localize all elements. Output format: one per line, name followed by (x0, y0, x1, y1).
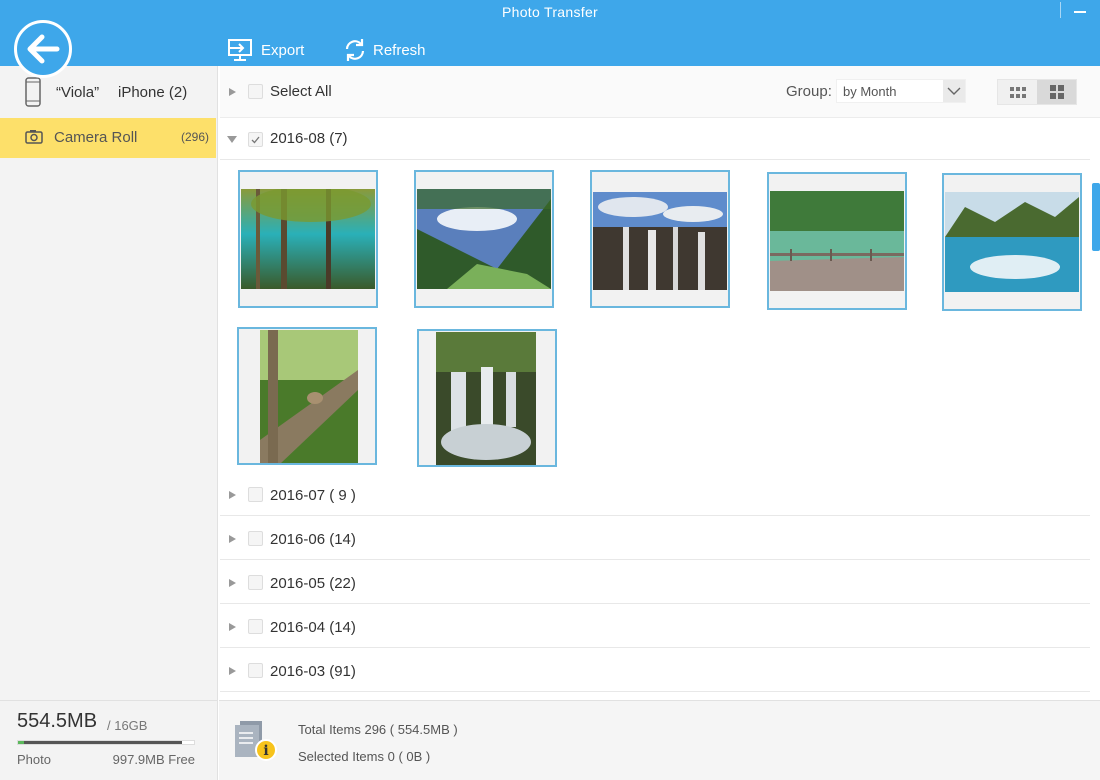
window-title: Photo Transfer (501, 4, 599, 20)
expand-arrow-icon[interactable] (229, 623, 236, 631)
group-checkbox[interactable] (248, 575, 263, 590)
group-title: 2016-06 (14) (270, 531, 356, 548)
group-title: 2016-05 (22) (270, 575, 356, 592)
month-group[interactable]: 2016-03 (91) (220, 650, 1090, 692)
info-document-icon: i (235, 721, 277, 761)
small-grid-view-icon[interactable] (998, 80, 1037, 104)
photo-image (945, 192, 1079, 292)
photo-thumbnail[interactable] (767, 172, 907, 310)
storage-bar-start (18, 741, 24, 744)
refresh-icon (345, 39, 365, 61)
group-checkbox[interactable] (248, 619, 263, 634)
group-title: 2016-03 (91) (270, 663, 356, 680)
total-items: Total Items 296 ( 554.5MB ) (298, 722, 458, 737)
chevron-down-icon[interactable] (943, 80, 965, 102)
storage-bar (17, 740, 195, 745)
select-all-label: Select All (270, 83, 332, 100)
photo-image (417, 189, 551, 289)
title-bar: Photo Transfer Export Refresh (0, 0, 1100, 66)
month-group[interactable]: 2016-04 (14) (220, 606, 1090, 648)
month-group[interactable]: 2016-05 (22) (220, 562, 1090, 604)
back-arrow-icon (27, 34, 60, 64)
storage-free: 997.9MB Free (112, 752, 195, 767)
status-bar: i Total Items 296 ( 554.5MB ) Selected I… (219, 700, 1100, 780)
storage-used: 554.5MB (17, 710, 98, 732)
refresh-button[interactable]: Refresh (342, 36, 426, 64)
svg-text:i: i (263, 743, 268, 759)
photo-thumbnail[interactable] (238, 170, 378, 308)
group-by-value: by Month (843, 84, 897, 99)
photo-image (241, 189, 375, 289)
group-checkbox[interactable] (248, 487, 263, 502)
group-checkbox[interactable] (248, 132, 263, 147)
expand-arrow-icon[interactable] (229, 667, 236, 675)
photo-thumbnail[interactable] (414, 170, 554, 308)
export-label: Export (261, 41, 305, 59)
expand-arrow-icon[interactable] (229, 491, 236, 499)
window-control-separator (1060, 2, 1061, 18)
month-group[interactable]: 2016-07 ( 9 ) (220, 474, 1090, 516)
collapse-arrow-icon[interactable] (227, 136, 237, 143)
storage-type-label: Photo (17, 752, 51, 767)
expand-arrow-icon[interactable] (229, 579, 236, 587)
group-title: 2016-04 (14) (270, 619, 356, 636)
back-button[interactable] (14, 20, 72, 78)
group-by-select[interactable]: by Month (836, 79, 966, 103)
photo-thumbnail[interactable] (417, 329, 557, 467)
checkmark-icon (251, 136, 260, 144)
sidebar: “Viola” iPhone (2) Camera Roll (296) (0, 66, 218, 700)
camera-icon (25, 130, 43, 144)
album-count: (296) (180, 130, 209, 144)
group-by-label: Group: (786, 83, 832, 100)
storage-bar-fill (18, 741, 182, 744)
export-button[interactable]: Export (226, 36, 304, 64)
month-group-expanded[interactable]: 2016-08 (7) (220, 118, 1090, 160)
group-title: 2016-07 ( 9 ) (270, 487, 356, 504)
photo-image (260, 330, 358, 463)
select-all-checkbox[interactable] (248, 84, 263, 99)
album-label: Camera Roll (54, 129, 138, 146)
device-name: “Viola” (56, 84, 100, 101)
expand-all-arrow-icon[interactable] (229, 88, 236, 96)
select-all-row: Select All Group: by Month (220, 66, 1100, 118)
photo-image (436, 332, 536, 465)
photo-thumbnail[interactable] (942, 173, 1082, 311)
photo-image (593, 192, 727, 290)
photo-image (770, 191, 904, 291)
device-model: iPhone (2) (118, 84, 188, 101)
month-group[interactable]: 2016-06 (14) (220, 518, 1090, 560)
photo-thumbnail[interactable] (590, 170, 730, 308)
photo-thumbnail[interactable] (237, 327, 377, 465)
storage-panel: 554.5MB / 16GB Photo 997.9MB Free (0, 700, 218, 780)
group-checkbox[interactable] (248, 663, 263, 678)
storage-total: / 16GB (107, 718, 148, 733)
export-icon (228, 39, 252, 61)
expand-arrow-icon[interactable] (229, 535, 236, 543)
view-toggle (997, 79, 1077, 105)
selected-items: Selected Items 0 ( 0B ) (298, 749, 431, 764)
sidebar-item-camera-roll[interactable]: Camera Roll (296) (0, 118, 216, 158)
group-checkbox[interactable] (248, 531, 263, 546)
phone-icon (25, 77, 41, 107)
minimize-icon[interactable] (1074, 11, 1086, 13)
scrollbar-thumb[interactable] (1092, 183, 1100, 251)
refresh-label: Refresh (373, 41, 426, 59)
group-title: 2016-08 (7) (270, 130, 348, 147)
large-grid-view-icon[interactable] (1037, 80, 1076, 104)
